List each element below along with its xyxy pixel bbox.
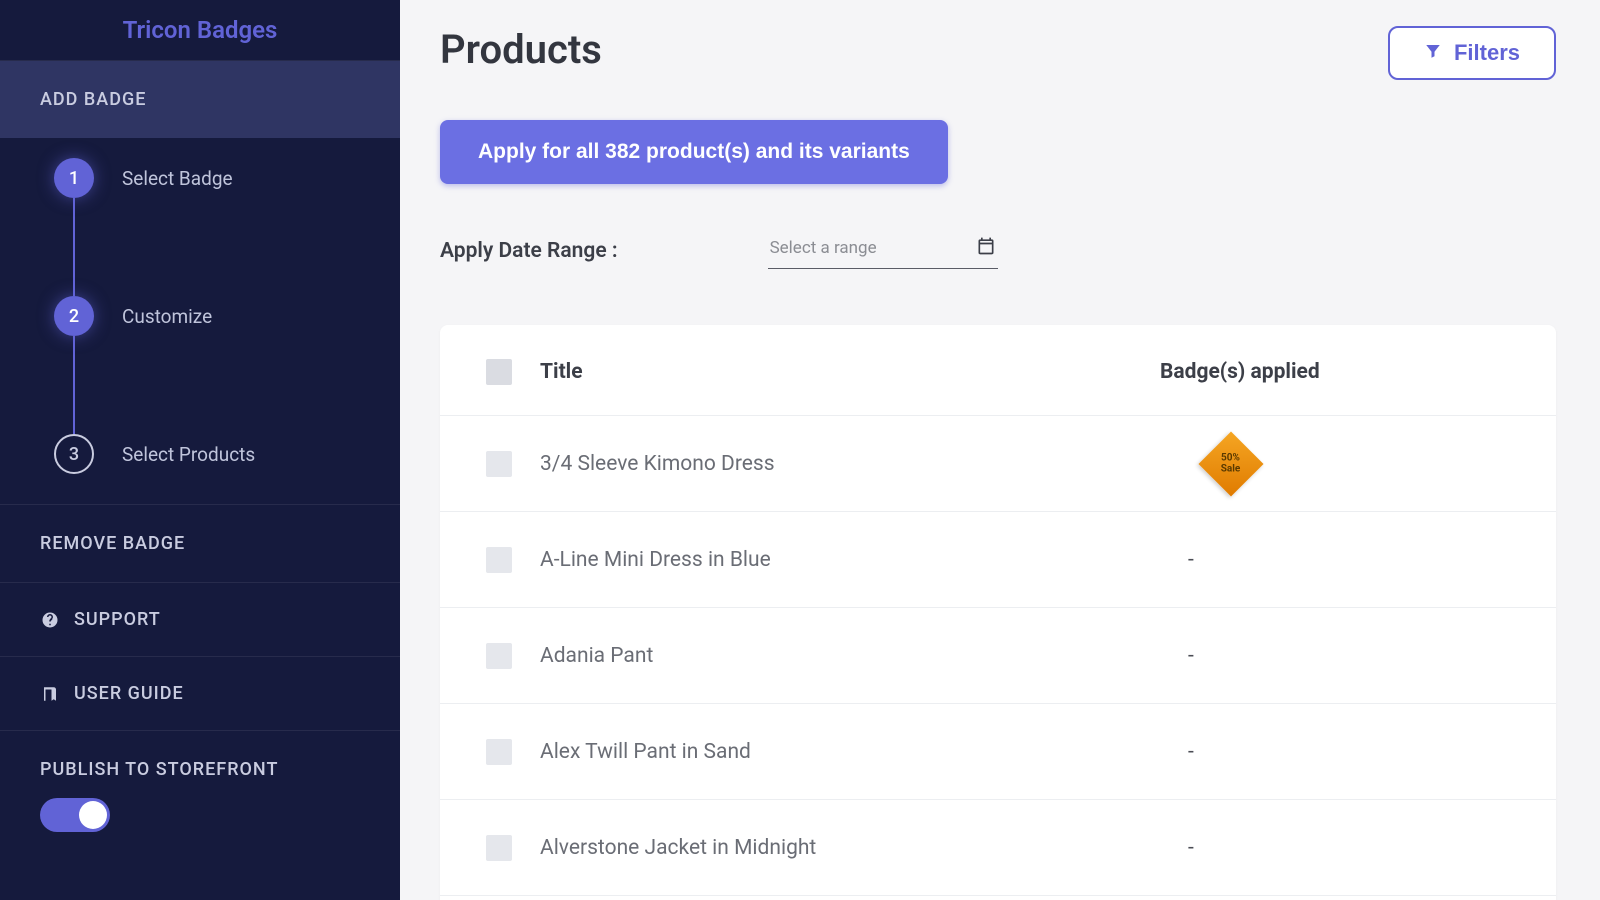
sidebar: Tricon Badges ADD BADGE 1 Select Badge 2…: [0, 0, 400, 900]
main: Products Filters Apply for all 382 produ…: [400, 0, 1600, 900]
row-checkbox[interactable]: [486, 451, 512, 477]
col-header-badges: Badge(s) applied: [1160, 360, 1510, 384]
table-row: A-Line Mini Dress in Blue-: [440, 512, 1556, 608]
step-label-3: Select Products: [122, 443, 255, 466]
publish-toggle[interactable]: [40, 798, 110, 832]
row-title: A-Line Mini Dress in Blue: [540, 548, 1160, 572]
daterange-input[interactable]: Select a range: [768, 232, 998, 269]
step-customize[interactable]: 2 Customize: [54, 296, 400, 434]
nav-support-label: SUPPORT: [74, 609, 161, 630]
row-checkbox[interactable]: [486, 835, 512, 861]
row-title: 3/4 Sleeve Kimono Dress: [540, 452, 1160, 476]
toggle-knob: [79, 801, 107, 829]
row-title: Alex Twill Pant in Sand: [540, 740, 1160, 764]
table-row: Alverstone Jacket in Midnight-: [440, 800, 1556, 896]
daterange-label: Apply Date Range :: [440, 239, 618, 263]
nav-user-guide[interactable]: USER GUIDE: [0, 657, 400, 730]
products-table: Title Badge(s) applied 3/4 Sleeve Kimono…: [440, 325, 1556, 900]
table-row: Adania Pant-: [440, 608, 1556, 704]
brand-title: Tricon Badges: [0, 0, 400, 60]
step-label-1: Select Badge: [122, 167, 233, 190]
row-badges: -: [1160, 740, 1510, 764]
step-bullet-2: 2: [54, 296, 94, 336]
select-all-checkbox[interactable]: [486, 359, 512, 385]
nav-support[interactable]: SUPPORT: [0, 583, 400, 656]
nav-user-guide-label: USER GUIDE: [74, 683, 184, 704]
apply-all-button[interactable]: Apply for all 382 product(s) and its var…: [440, 120, 948, 184]
stepper: 1 Select Badge 2 Customize 3 Select Prod…: [0, 138, 400, 504]
filters-button[interactable]: Filters: [1388, 26, 1556, 80]
step-bullet-3: 3: [54, 434, 94, 474]
row-checkbox[interactable]: [486, 547, 512, 573]
sale-badge-icon: 50%Sale: [1198, 431, 1263, 496]
nav-remove-badge[interactable]: REMOVE BADGE: [0, 505, 400, 582]
page-title: Products: [440, 26, 602, 73]
step-select-products[interactable]: 3 Select Products: [54, 434, 400, 474]
row-title: Adania Pant: [540, 644, 1160, 668]
row-checkbox[interactable]: [486, 643, 512, 669]
row-badges: -: [1160, 644, 1510, 668]
funnel-icon: [1424, 40, 1442, 66]
row-badges: 50%Sale: [1160, 441, 1510, 487]
col-header-title: Title: [540, 360, 1160, 384]
help-icon: [40, 611, 60, 629]
row-checkbox[interactable]: [486, 739, 512, 765]
publish-section: PUBLISH TO STOREFRONT: [0, 730, 400, 860]
step-bullet-1: 1: [54, 158, 94, 198]
table-row: 3/4 Sleeve Kimono Dress50%Sale: [440, 416, 1556, 512]
step-select-badge[interactable]: 1 Select Badge: [54, 158, 400, 296]
table-row: Alex Twill Pant in Sand-: [440, 704, 1556, 800]
table-header: Title Badge(s) applied: [440, 325, 1556, 416]
table-row: Amand Shirt in Brown-: [440, 896, 1556, 900]
row-badges: -: [1160, 836, 1510, 860]
nav-add-badge[interactable]: ADD BADGE: [0, 61, 400, 138]
daterange-placeholder: Select a range: [770, 238, 877, 258]
step-label-2: Customize: [122, 305, 212, 328]
filters-button-label: Filters: [1454, 40, 1520, 66]
publish-label: PUBLISH TO STOREFRONT: [40, 759, 360, 780]
row-badges: -: [1160, 548, 1510, 572]
calendar-icon: [976, 236, 996, 260]
row-title: Alverstone Jacket in Midnight: [540, 836, 1160, 860]
book-icon: [40, 685, 60, 703]
